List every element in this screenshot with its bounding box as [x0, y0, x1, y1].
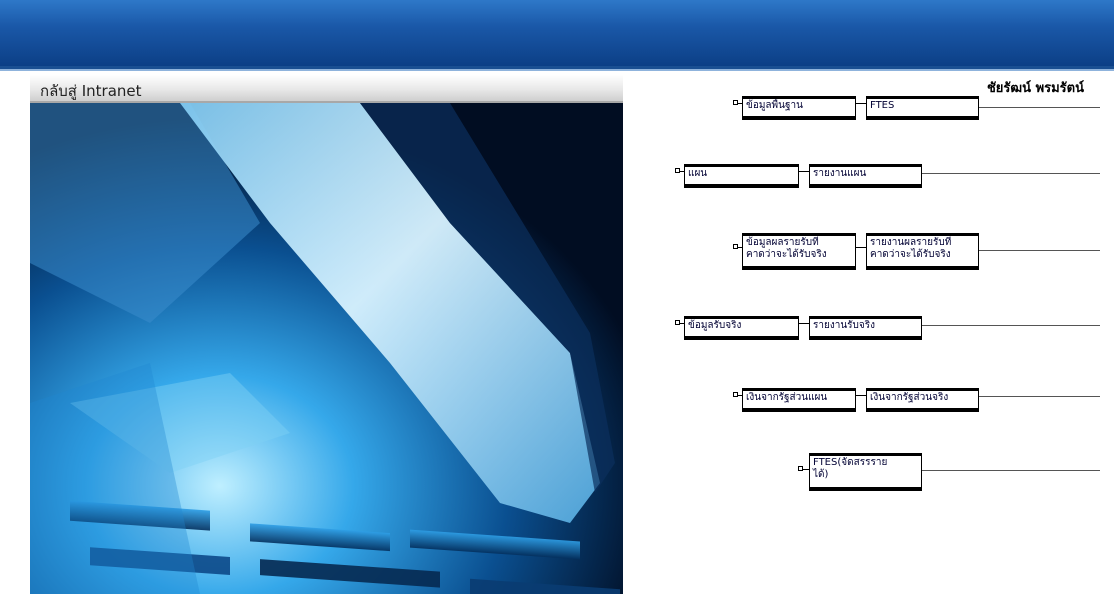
node-ftes-allocation[interactable]: FTES(จัดสรรราย ได้): [809, 453, 922, 491]
node-state-funds-actual[interactable]: เงินจากรัฐส่วนจริง: [866, 388, 979, 412]
left-panel: กลับสู่ Intranet: [30, 75, 623, 594]
connector-line: [978, 250, 1100, 251]
top-banner: [0, 0, 1114, 66]
connector-stub: [799, 171, 809, 172]
banner-divider-light: [0, 69, 1114, 71]
node-plan[interactable]: แผน: [684, 164, 799, 188]
connector-line: [920, 325, 1100, 326]
connector-stub: [856, 103, 866, 104]
connector-stub: [856, 247, 866, 248]
connector-line: [978, 396, 1100, 397]
node-actual-received-data[interactable]: ข้อมูลรับจริง: [684, 316, 799, 340]
node-ftes[interactable]: FTES: [866, 96, 979, 120]
intranet-bar: กลับสู่ Intranet: [30, 75, 623, 103]
connector-line: [978, 107, 1100, 108]
node-basic-data[interactable]: ข้อมูลพื้นฐาน: [742, 96, 856, 120]
user-name: ชัยรัฒน์ พรมรัตน์: [986, 81, 1084, 96]
node-expected-revenue-data[interactable]: ข้อมูลผลรายรับที่ คาดว่าจะได้รับจริง: [742, 233, 856, 270]
node-expected-revenue-report[interactable]: รายงานผลรายรับที่ คาดว่าจะได้รับจริง: [866, 233, 979, 270]
back-to-intranet-link[interactable]: กลับสู่ Intranet: [40, 79, 142, 103]
node-actual-received-report[interactable]: รายงานรับจริง: [809, 316, 922, 340]
connector-stub: [799, 323, 809, 324]
hero-image: [30, 103, 623, 594]
node-plan-report[interactable]: รายงานแผน: [809, 164, 922, 188]
node-state-funds-plan[interactable]: เงินจากรัฐส่วนแผน: [742, 388, 856, 412]
connector-line: [920, 173, 1100, 174]
connector-line: [920, 470, 1100, 471]
connector-stub: [856, 395, 866, 396]
